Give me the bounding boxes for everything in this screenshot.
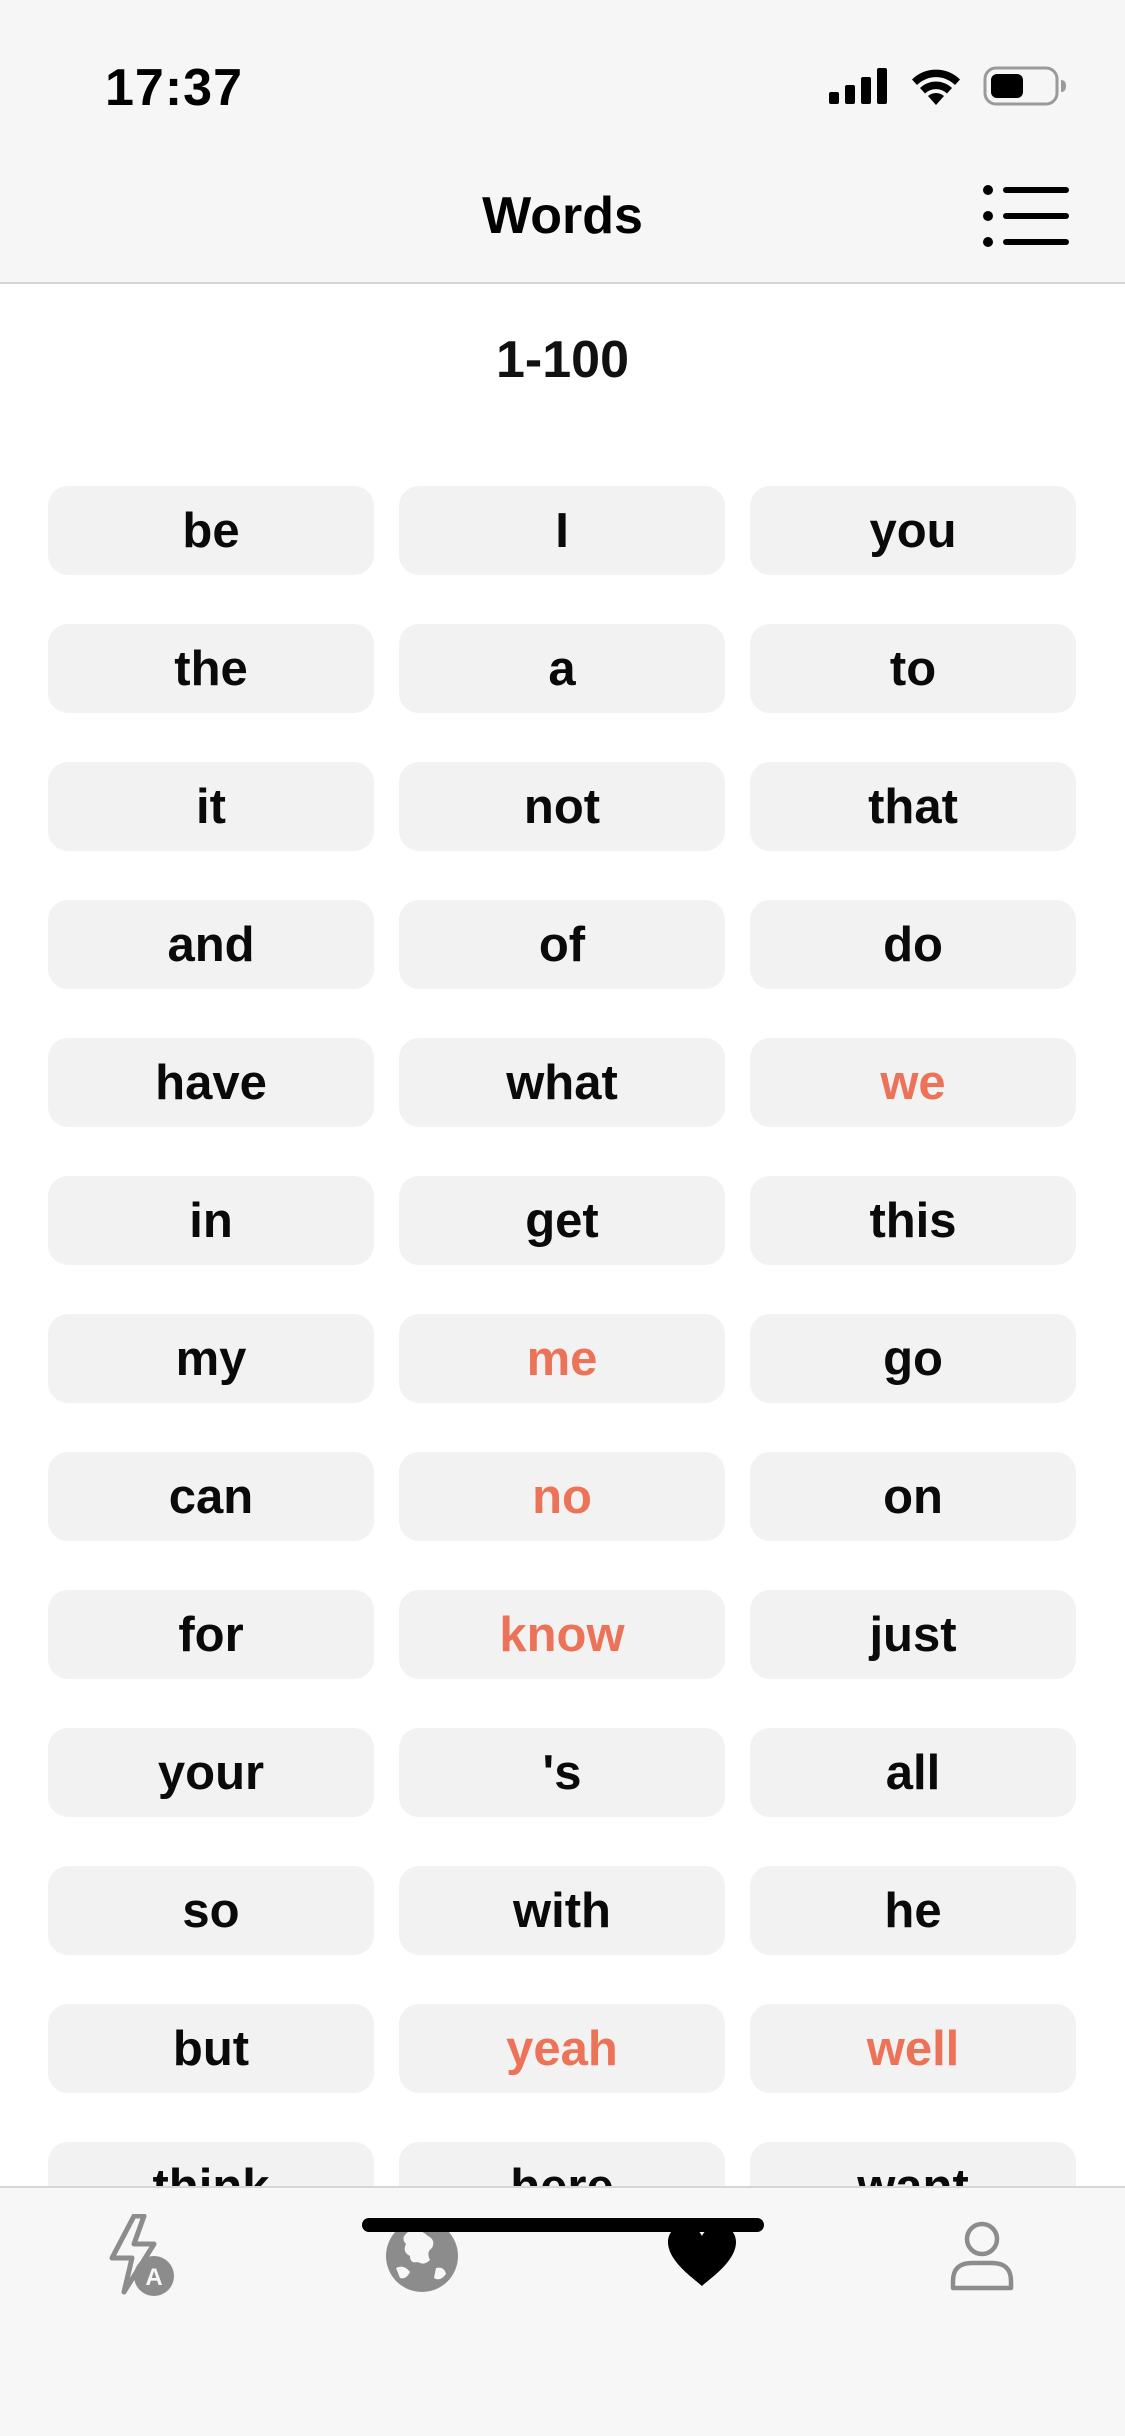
word-button[interactable]: on (750, 1452, 1076, 1541)
word-button[interactable]: here (399, 2142, 725, 2186)
word-button[interactable]: can (48, 1452, 374, 1541)
word-grid: be Iyou the a to it not that and of do have what we in… (48, 486, 1077, 2186)
range-title: 1-100 (496, 331, 629, 389)
word-button[interactable]: know (399, 1590, 725, 1679)
word-button[interactable]: 's (399, 1728, 725, 1817)
svg-text:A: A (145, 2264, 162, 2291)
status-time: 17:37 (105, 59, 243, 117)
word-button[interactable]: in (48, 1176, 374, 1265)
word-button[interactable]: it (48, 762, 374, 851)
word-button[interactable]: well (750, 2004, 1076, 2093)
wifi-icon (909, 67, 963, 110)
word-button[interactable]: for (48, 1590, 374, 1679)
heart-icon (666, 2224, 738, 2293)
word-button[interactable]: go (750, 1314, 1076, 1403)
list-icon (983, 185, 1069, 252)
page-title: Words (482, 187, 643, 245)
word-button[interactable]: that (750, 762, 1076, 851)
word-button[interactable]: think (48, 2142, 374, 2186)
word-button[interactable]: I (399, 486, 725, 575)
word-button[interactable]: this (750, 1176, 1076, 1265)
word-button[interactable]: but (48, 2004, 374, 2093)
word-button[interactable]: my (48, 1314, 374, 1403)
word-button[interactable]: he (750, 1866, 1076, 1955)
word-button[interactable]: of (399, 900, 725, 989)
status-bar: 17:37 (0, 0, 1125, 170)
word-button[interactable]: we (750, 1038, 1076, 1127)
menu-button[interactable] (983, 184, 1069, 248)
word-button[interactable]: the (48, 624, 374, 713)
word-button[interactable]: want (750, 2142, 1076, 2186)
word-button[interactable]: no (399, 1452, 725, 1541)
word-button[interactable]: to (750, 624, 1076, 713)
word-button[interactable]: so (48, 1866, 374, 1955)
word-button[interactable]: with (399, 1866, 725, 1955)
status-icons (829, 66, 1067, 111)
word-button[interactable]: get (399, 1176, 725, 1265)
word-button[interactable]: me (399, 1314, 725, 1403)
word-button[interactable]: not (399, 762, 725, 851)
navigation-bar: Words (0, 170, 1125, 284)
word-button[interactable]: your (48, 1728, 374, 1817)
person-icon (950, 2221, 1014, 2296)
word-button[interactable]: what (399, 1038, 725, 1127)
word-button[interactable]: just (750, 1590, 1076, 1679)
word-button[interactable]: do (750, 900, 1076, 989)
flash-translate-icon: A (104, 2213, 184, 2303)
word-button[interactable]: all (750, 1728, 1076, 1817)
words-screen: 17:37 Words 1-100 be I you the a to it n… (0, 0, 1125, 2436)
home-indicator[interactable] (362, 2218, 764, 2232)
cellular-signal-icon (829, 68, 889, 109)
word-button[interactable]: you (750, 486, 1076, 575)
content-area[interactable]: 1-100 be Iyou the a to it not that and of do have wh… (0, 284, 1125, 2186)
tab-flash-translate[interactable]: A (94, 2208, 194, 2308)
word-button[interactable]: and (48, 900, 374, 989)
battery-icon (983, 66, 1067, 111)
word-button[interactable]: a (399, 624, 725, 713)
word-button[interactable]: yeah (399, 2004, 725, 2093)
tab-profile[interactable] (932, 2208, 1032, 2308)
word-button[interactable]: have (48, 1038, 374, 1127)
word-button[interactable]: be (48, 486, 374, 575)
